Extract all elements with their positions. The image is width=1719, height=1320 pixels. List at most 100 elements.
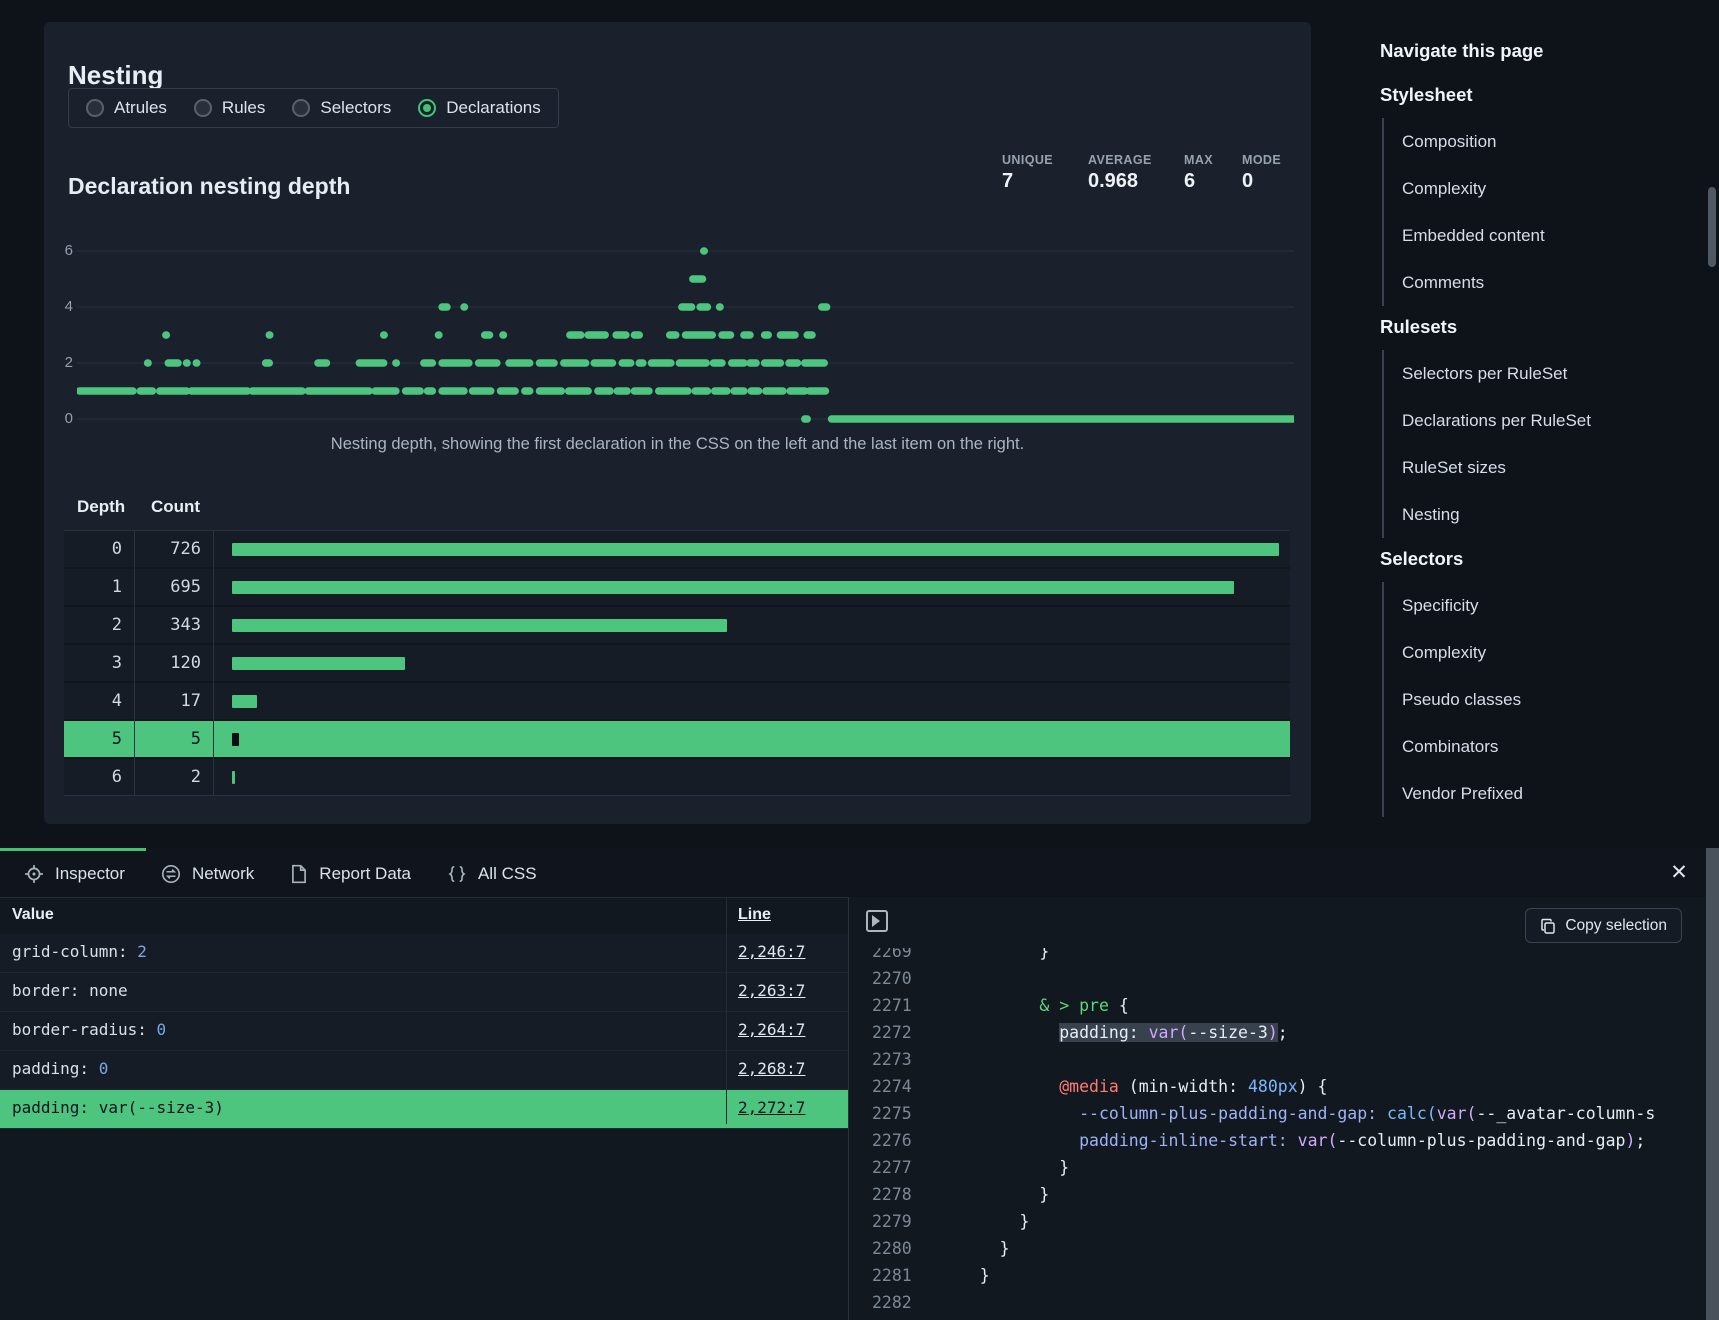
- depth-row-2[interactable]: 2343: [64, 605, 1290, 643]
- depth-row-6[interactable]: 62: [64, 757, 1290, 795]
- code-text: @media (min-width: 480px) {: [940, 1077, 1327, 1096]
- nesting-panel: Nesting Atrules Rules Selectors Declarat…: [44, 22, 1311, 824]
- stat-value: 7: [1002, 170, 1053, 193]
- stat-max: MAX 6: [1184, 153, 1213, 193]
- code-scroll-area[interactable]: 2269 }22702271 & > pre {2272 padding: va…: [849, 948, 1706, 1320]
- depth-cell: 0: [64, 539, 134, 559]
- col-header-line[interactable]: Line: [738, 906, 771, 924]
- copy-selection-label: Copy selection: [1565, 917, 1667, 935]
- line-number: 2274: [872, 1073, 924, 1100]
- css-value: 0: [157, 1020, 167, 1039]
- code-line-2272: 2272 padding: var(--size-3);: [849, 1019, 1706, 1046]
- panel-title: Nesting: [68, 60, 163, 91]
- y-axis-tick: 2: [44, 354, 73, 371]
- sidebar-item-comments[interactable]: Comments: [1402, 259, 1690, 306]
- line-link[interactable]: 2,272:7: [738, 1098, 805, 1117]
- value-table-header: Value Line: [0, 897, 848, 935]
- line-link[interactable]: 2,268:7: [738, 1059, 805, 1078]
- panel-toggle-icon[interactable]: [866, 910, 888, 932]
- sidebar-item-vendor-prefixed[interactable]: Vendor Prefixed: [1402, 770, 1690, 817]
- sidebar-item-declarations-per-ruleset[interactable]: Declarations per RuleSet: [1402, 397, 1690, 444]
- count-bar: [232, 543, 1279, 556]
- code-scrollbar-thumb[interactable]: [1706, 848, 1719, 1320]
- sidebar-item-specificity[interactable]: Specificity: [1402, 582, 1690, 629]
- crosshair-icon: [24, 864, 44, 884]
- nesting-depth-scatter-chart: [77, 240, 1294, 440]
- line-number: 2276: [872, 1127, 924, 1154]
- code-token: 480px: [1248, 1077, 1298, 1096]
- depth-row-4[interactable]: 417: [64, 681, 1290, 719]
- tab-report-data[interactable]: Report Data: [290, 864, 411, 884]
- tab-inspector[interactable]: Inspector: [24, 864, 125, 884]
- nav-section-rulesets[interactable]: Rulesets: [1380, 316, 1690, 346]
- sidebar-item-complexity[interactable]: Complexity: [1402, 165, 1690, 212]
- y-axis-tick: 0: [44, 410, 73, 427]
- tab-network[interactable]: Network: [161, 864, 254, 884]
- radio-label: Rules: [222, 98, 265, 118]
- stat-label: UNIQUE: [1002, 153, 1053, 167]
- depth-row-5[interactable]: 55: [64, 719, 1290, 757]
- nav-section-stylesheet[interactable]: Stylesheet: [1380, 84, 1690, 114]
- sidebar-item-complexity[interactable]: Complexity: [1402, 629, 1690, 676]
- line-number: 2281: [872, 1262, 924, 1289]
- line-link[interactable]: 2,263:7: [738, 981, 805, 1000]
- code-token: ): [1268, 1023, 1278, 1042]
- code-line-2283: 2283 &[data-…="…"] {: [849, 1316, 1706, 1320]
- value-row[interactable]: border-radius: 0 2,264:7: [0, 1012, 848, 1051]
- sidebar-item-embedded-content[interactable]: Embedded content: [1402, 212, 1690, 259]
- value-row[interactable]: grid-column: 22,246:7: [0, 934, 848, 973]
- code-token: }: [1019, 1212, 1029, 1231]
- nav-section-selectors[interactable]: Selectors: [1380, 548, 1690, 578]
- nav-group: CompositionComplexityEmbedded contentCom…: [1382, 118, 1690, 306]
- code-token: }: [1039, 948, 1049, 961]
- code-line-2270: 2270: [849, 965, 1706, 992]
- depth-row-1[interactable]: 1695: [64, 567, 1290, 605]
- sidebar-item-ruleset-sizes[interactable]: RuleSet sizes: [1402, 444, 1690, 491]
- table-body: 07261695234331204175562: [64, 530, 1290, 796]
- code-text: & > pre {: [940, 996, 1129, 1015]
- radio-icon: [194, 99, 212, 117]
- depth-cell: 4: [64, 691, 134, 711]
- code-token: padding-inline-start:: [1079, 1131, 1288, 1150]
- code-token: --column-plus-padding-and-gap:: [1079, 1104, 1377, 1123]
- sidebar-item-nesting[interactable]: Nesting: [1402, 491, 1690, 538]
- count-bar: [232, 771, 235, 784]
- line-number: 2272: [872, 1019, 924, 1046]
- inspector-tabbar: Inspector Network Report Data: [0, 848, 1719, 898]
- value-table-rows: grid-column: 22,246:7border: none2,263:7…: [0, 934, 848, 1129]
- value-row[interactable]: border: none2,263:7: [0, 973, 848, 1012]
- depth-row-0[interactable]: 0726: [64, 531, 1290, 567]
- code-text: }: [940, 1158, 1069, 1177]
- close-icon[interactable]: ✕: [1666, 860, 1692, 886]
- copy-selection-button[interactable]: Copy selection: [1525, 908, 1682, 943]
- code-viewer[interactable]: Copy selection 2269 }22702271 & > pre {2…: [849, 897, 1706, 1320]
- sidebar-item-combinators[interactable]: Combinators: [1402, 723, 1690, 770]
- css-value: var(--size-3): [99, 1098, 224, 1117]
- network-icon: [161, 864, 181, 884]
- sidebar-item-composition[interactable]: Composition: [1402, 118, 1690, 165]
- chart-caption: Nesting depth, showing the first declara…: [44, 435, 1311, 454]
- stat-value: 0.968: [1088, 170, 1152, 193]
- count-bar: [232, 581, 1234, 594]
- code-token: ): [1625, 1131, 1635, 1150]
- sidebar-item-pseudo-classes[interactable]: Pseudo classes: [1402, 676, 1690, 723]
- count-cell: 120: [134, 653, 213, 673]
- depth-cell: 6: [64, 767, 134, 787]
- sidebar-item-selectors-per-ruleset[interactable]: Selectors per RuleSet: [1402, 350, 1690, 397]
- radio-rules[interactable]: Rules: [194, 98, 265, 118]
- radio-declarations[interactable]: Declarations: [418, 98, 541, 118]
- code-text: }: [940, 1212, 1029, 1231]
- code-token: ) {: [1298, 1077, 1328, 1096]
- line-link[interactable]: 2,264:7: [738, 1020, 805, 1039]
- line-link[interactable]: 2,246:7: [738, 942, 805, 961]
- code-line-2273: 2273: [849, 1046, 1706, 1073]
- value-row[interactable]: padding: var(--size-3)2,272:7: [0, 1090, 848, 1129]
- radio-atrules[interactable]: Atrules: [86, 98, 167, 118]
- depth-row-3[interactable]: 3120: [64, 643, 1290, 681]
- tab-all-css[interactable]: All CSS: [447, 864, 537, 884]
- page-scrollbar-thumb[interactable]: [1708, 187, 1716, 267]
- value-row[interactable]: padding: 02,268:7: [0, 1051, 848, 1090]
- css-declaration: border-radius: 0: [12, 1020, 166, 1039]
- code-token: {: [1109, 996, 1129, 1015]
- radio-selectors[interactable]: Selectors: [292, 98, 391, 118]
